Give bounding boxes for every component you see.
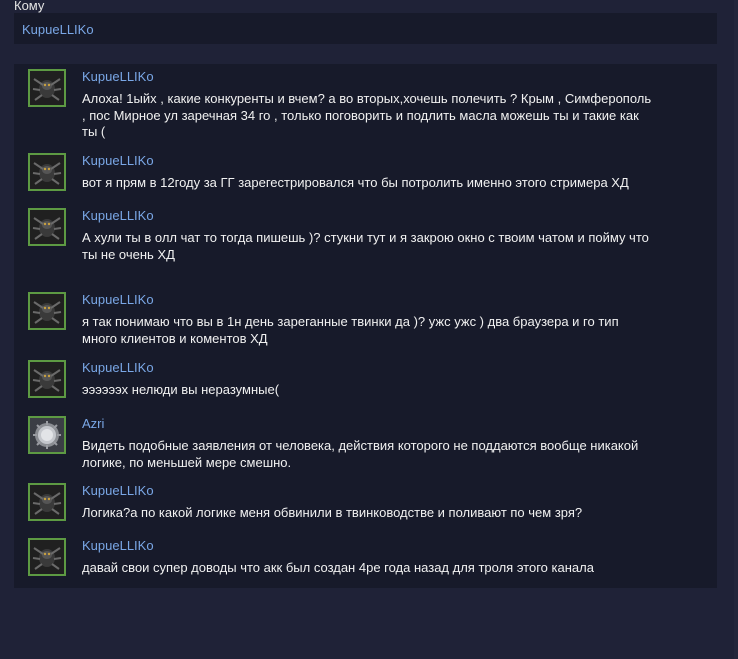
spider-avatar-icon[interactable] [28, 538, 66, 576]
message-text: А хули ты в олл чат то тогда пишешь )? с… [82, 230, 649, 262]
message-text: Алоха! 1ыйх , какие конкуренты и вчем? а… [82, 91, 652, 139]
message-window: Кому KupueLLIKo KupueLLIKo Алоха! 1ыйх ,… [0, 0, 738, 659]
spider-avatar-icon[interactable] [28, 483, 66, 521]
message-author[interactable]: KupueLLIKo [82, 292, 154, 308]
message-text: Логика?а по какой логике меня обвинили в… [82, 505, 583, 520]
message-text: ээээээх нелюди вы неразумные( [82, 382, 280, 397]
spider-avatar-icon[interactable] [28, 69, 66, 107]
silver-gear-avatar-icon[interactable] [28, 416, 66, 454]
recipient-label: Кому [14, 0, 45, 13]
message-text: вот я прям в 12году за ГГ зарегестрирова… [82, 175, 629, 190]
message-author[interactable]: KupueLLIKo [82, 360, 154, 376]
message-author[interactable]: KupueLLIKo [82, 69, 154, 85]
message-author[interactable]: KupueLLIKo [82, 483, 154, 499]
spider-avatar-icon[interactable] [28, 208, 66, 246]
message-author[interactable]: KupueLLIKo [82, 208, 154, 224]
recipient-value: KupueLLIKo [22, 22, 94, 37]
spider-avatar-icon[interactable] [28, 360, 66, 398]
spider-avatar-icon[interactable] [28, 292, 66, 330]
message-author[interactable]: KupueLLIKo [82, 153, 154, 169]
message-author[interactable]: KupueLLIKo [82, 538, 154, 554]
recipient-field[interactable]: KupueLLIKo [14, 13, 717, 44]
chat-history-panel[interactable]: KupueLLIKo Алоха! 1ыйх , какие конкурент… [14, 64, 717, 588]
spider-avatar-icon[interactable] [28, 153, 66, 191]
message-author[interactable]: Azri [82, 416, 104, 432]
message-text: давай свои супер доводы что акк был созд… [82, 560, 594, 575]
scrollbar-track[interactable] [734, 0, 738, 659]
message-text: я так понимаю что вы в 1н день зареганны… [82, 314, 619, 346]
message-text: Видеть подобные заявления от человека, д… [82, 438, 639, 470]
